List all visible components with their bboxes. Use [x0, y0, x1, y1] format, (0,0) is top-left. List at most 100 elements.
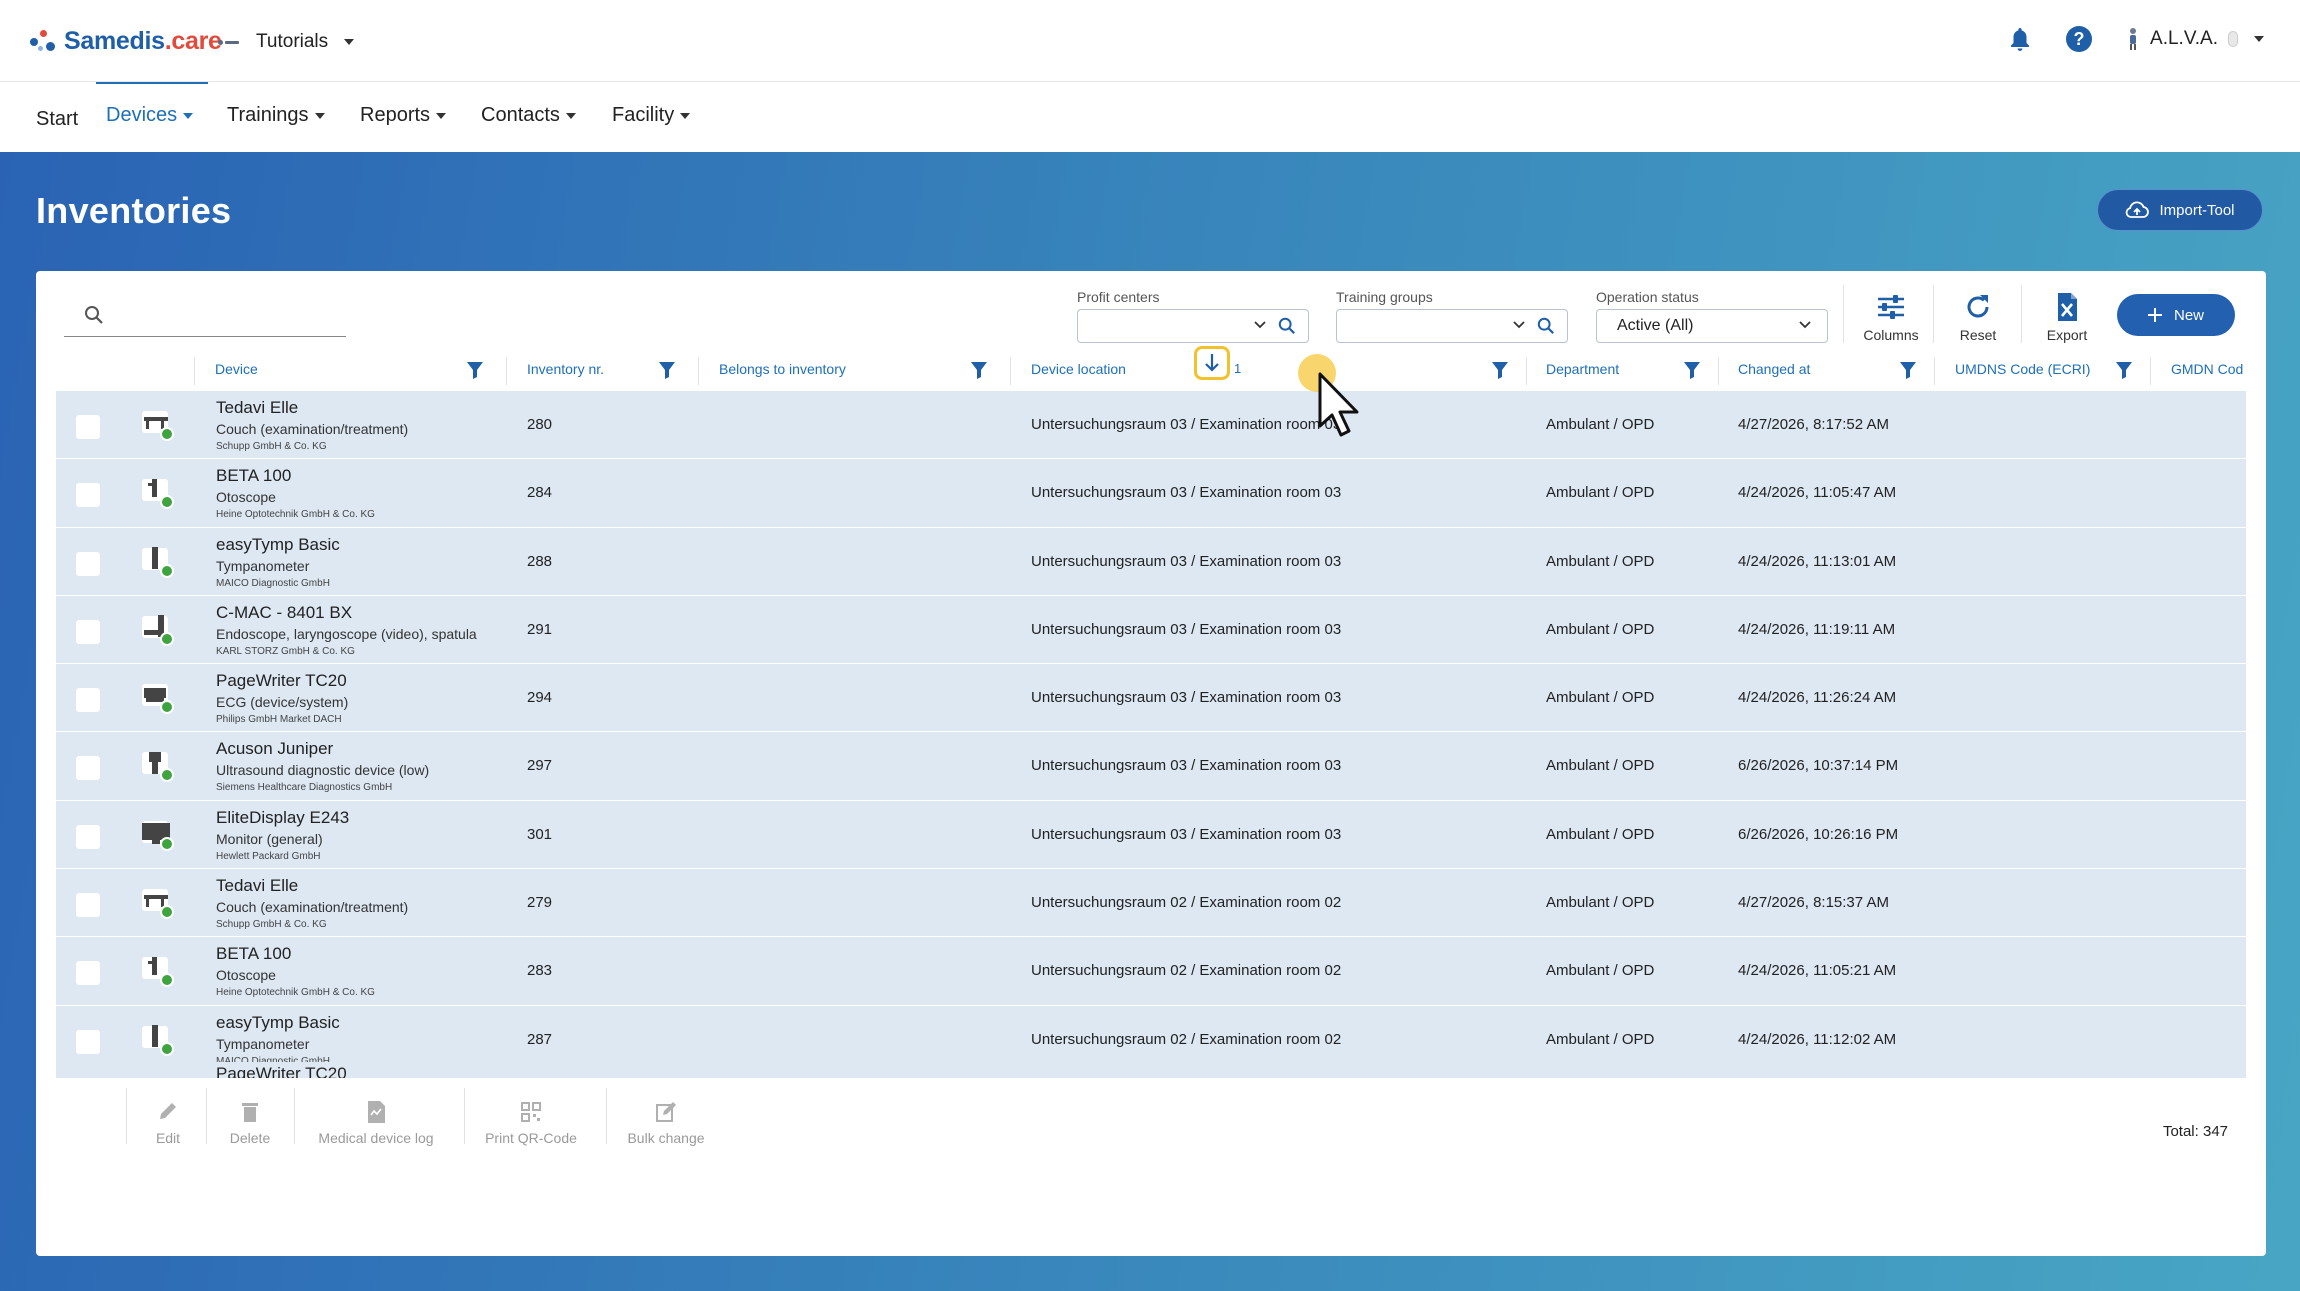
device-type: Tympanometer — [216, 1035, 310, 1052]
row-checkbox[interactable] — [76, 893, 100, 918]
table-row[interactable]: Tedavi Elle Couch (examination/treatment)… — [56, 391, 2246, 460]
edit-button[interactable]: Edit — [140, 1100, 196, 1146]
row-checkbox[interactable] — [76, 415, 100, 439]
sort-indicator[interactable] — [1194, 346, 1230, 380]
changed-at: 4/24/2026, 11:19:11 AM — [1738, 620, 1896, 638]
table-row[interactable]: Acuson Juniper Ultrasound diagnostic devi… — [56, 732, 2246, 801]
device-name[interactable]: BETA 100 — [216, 466, 291, 486]
print-qr-button[interactable]: Print QR-Code — [484, 1100, 578, 1146]
table-row[interactable]: Tedavi Elle Couch (examination/treatment)… — [56, 869, 2246, 938]
delete-button[interactable]: Delete — [218, 1100, 282, 1146]
user-menu[interactable]: A.L.V.A. — [2126, 27, 2264, 51]
table-row[interactable]: easyTymp Basic Tympanometer MAICO Diagnost… — [56, 527, 2246, 596]
reset-button[interactable]: Reset — [1943, 291, 2013, 343]
device-location: Untersuchungsraum 03 / Examination room … — [1031, 552, 1342, 570]
export-button[interactable]: Export — [2032, 291, 2102, 343]
row-checkbox[interactable] — [76, 619, 100, 644]
device-name[interactable]: easyTymp Basic — [216, 535, 340, 555]
row-checkbox[interactable] — [76, 551, 100, 576]
device-name[interactable]: Acuson Juniper — [216, 739, 333, 759]
refresh-icon — [1963, 291, 1993, 323]
nav-facility[interactable]: Facility — [612, 104, 691, 127]
training-groups-label: Training groups — [1336, 289, 1433, 305]
table-row[interactable]: C-MAC - 8401 BX Endoscope, laryngoscope (… — [56, 595, 2246, 665]
table-row[interactable]: BETA 100 Otoscope Heine Optotechnik GmbH &… — [56, 937, 2246, 1006]
import-tool-button[interactable]: Import-Tool — [2097, 189, 2263, 231]
new-button[interactable]: New — [2117, 294, 2235, 336]
device-manufacturer: Heine Optotechnik GmbH & Co. KG — [216, 987, 375, 999]
nav-trainings[interactable]: Trainings — [227, 104, 325, 127]
filter-funnel-icon[interactable] — [1491, 361, 1509, 379]
search-input[interactable] — [64, 295, 346, 337]
inventory-number: 291 — [527, 620, 553, 638]
profit-centers-select[interactable] — [1077, 309, 1309, 343]
training-groups-filter: Training groups — [1336, 289, 1568, 343]
column-divider — [1934, 357, 1935, 385]
status-active-icon — [160, 495, 174, 510]
table-row-partial[interactable]: PageWriter TC20 — [56, 1062, 2246, 1078]
inventory-panel: Profit centers Training groups Operation… — [36, 271, 2266, 1256]
device-manufacturer: Philips GmbH Market DACH — [216, 714, 342, 726]
filter-funnel-icon[interactable] — [658, 361, 676, 379]
device-name[interactable]: Tedavi Elle — [216, 876, 298, 896]
row-checkbox[interactable] — [76, 961, 100, 986]
nav-devices[interactable]: Devices — [106, 104, 194, 127]
filter-funnel-icon[interactable] — [1683, 361, 1701, 379]
help-icon[interactable]: ? — [2066, 26, 2093, 52]
status-active-icon — [160, 836, 174, 851]
operation-status-select[interactable]: Active (All) — [1596, 309, 1828, 343]
columns-button[interactable]: Columns — [1851, 291, 1931, 343]
row-checkbox[interactable] — [76, 824, 100, 849]
column-divider — [506, 357, 507, 385]
device-type: Otoscope — [216, 967, 276, 984]
nav-start[interactable]: Start — [36, 108, 78, 131]
table-row[interactable]: EliteDisplay E243 Monitor (general) Hewlet… — [56, 800, 2246, 870]
tenant-switcher[interactable]: Tutorials — [218, 31, 355, 53]
device-name[interactable]: Tedavi Elle — [216, 398, 298, 418]
medical-device-log-button[interactable]: Medical device log — [314, 1100, 438, 1146]
row-checkbox[interactable] — [76, 756, 100, 781]
column-header-belongs-to[interactable]: Belongs to inventory — [719, 361, 846, 377]
row-checkbox[interactable] — [76, 688, 100, 713]
row-checkbox[interactable] — [76, 1029, 100, 1054]
column-header-device-location[interactable]: Device location — [1031, 361, 1126, 377]
filter-funnel-icon[interactable] — [466, 361, 484, 379]
device-location: Untersuchungsraum 03 / Examination room … — [1031, 620, 1342, 638]
chevron-down-icon — [1799, 321, 1811, 329]
trash-icon — [239, 1100, 261, 1124]
table-row[interactable]: BETA 100 Otoscope Heine Optotechnik GmbH &… — [56, 459, 2246, 528]
device-name[interactable]: BETA 100 — [216, 944, 291, 964]
bell-icon[interactable] — [2008, 26, 2032, 52]
device-type: ECG (device/system) — [216, 694, 349, 711]
filter-funnel-icon[interactable] — [2115, 361, 2133, 379]
toolbar-divider — [2021, 285, 2022, 343]
inventory-number: 294 — [527, 689, 553, 707]
column-header-umdns[interactable]: UMDNS Code (ECRI) — [1955, 361, 2090, 377]
main-nav: Start Devices Trainings Reports Contacts… — [0, 82, 2300, 152]
grid-header: Device Inventory nr. Belongs to inventor… — [56, 346, 2246, 391]
search-icon[interactable] — [1278, 317, 1296, 335]
column-header-gmdn[interactable]: GMDN Cod — [2171, 361, 2243, 377]
column-header-department[interactable]: Department — [1546, 361, 1619, 377]
status-active-icon — [160, 768, 174, 783]
column-header-device[interactable]: Device — [215, 361, 258, 377]
device-name[interactable]: PageWriter TC20 — [216, 671, 347, 691]
row-checkbox[interactable] — [76, 483, 100, 508]
training-groups-select[interactable] — [1336, 309, 1568, 343]
nav-reports[interactable]: Reports — [360, 104, 447, 127]
filter-funnel-icon[interactable] — [1899, 361, 1917, 379]
nav-contacts[interactable]: Contacts — [481, 104, 576, 127]
medical-device-log-label: Medical device log — [318, 1130, 434, 1146]
bulk-change-button[interactable]: Bulk change — [624, 1100, 708, 1146]
search-icon[interactable] — [1537, 317, 1555, 335]
device-manufacturer: Hewlett Packard GmbH — [216, 850, 321, 862]
device-type: Endoscope, laryngoscope (video), spatula — [216, 625, 477, 642]
device-name[interactable]: C-MAC - 8401 BX — [216, 603, 352, 623]
column-header-changed-at[interactable]: Changed at — [1738, 361, 1810, 377]
device-name[interactable]: EliteDisplay E243 — [216, 808, 349, 828]
samedis-logo[interactable]: Samedis.care — [28, 26, 222, 56]
filter-funnel-icon[interactable] — [970, 361, 988, 379]
device-name[interactable]: easyTymp Basic — [216, 1013, 340, 1033]
table-row[interactable]: PageWriter TC20 ECG (device/system) Philip… — [56, 664, 2246, 733]
column-header-inventory-nr[interactable]: Inventory nr. — [527, 361, 604, 377]
